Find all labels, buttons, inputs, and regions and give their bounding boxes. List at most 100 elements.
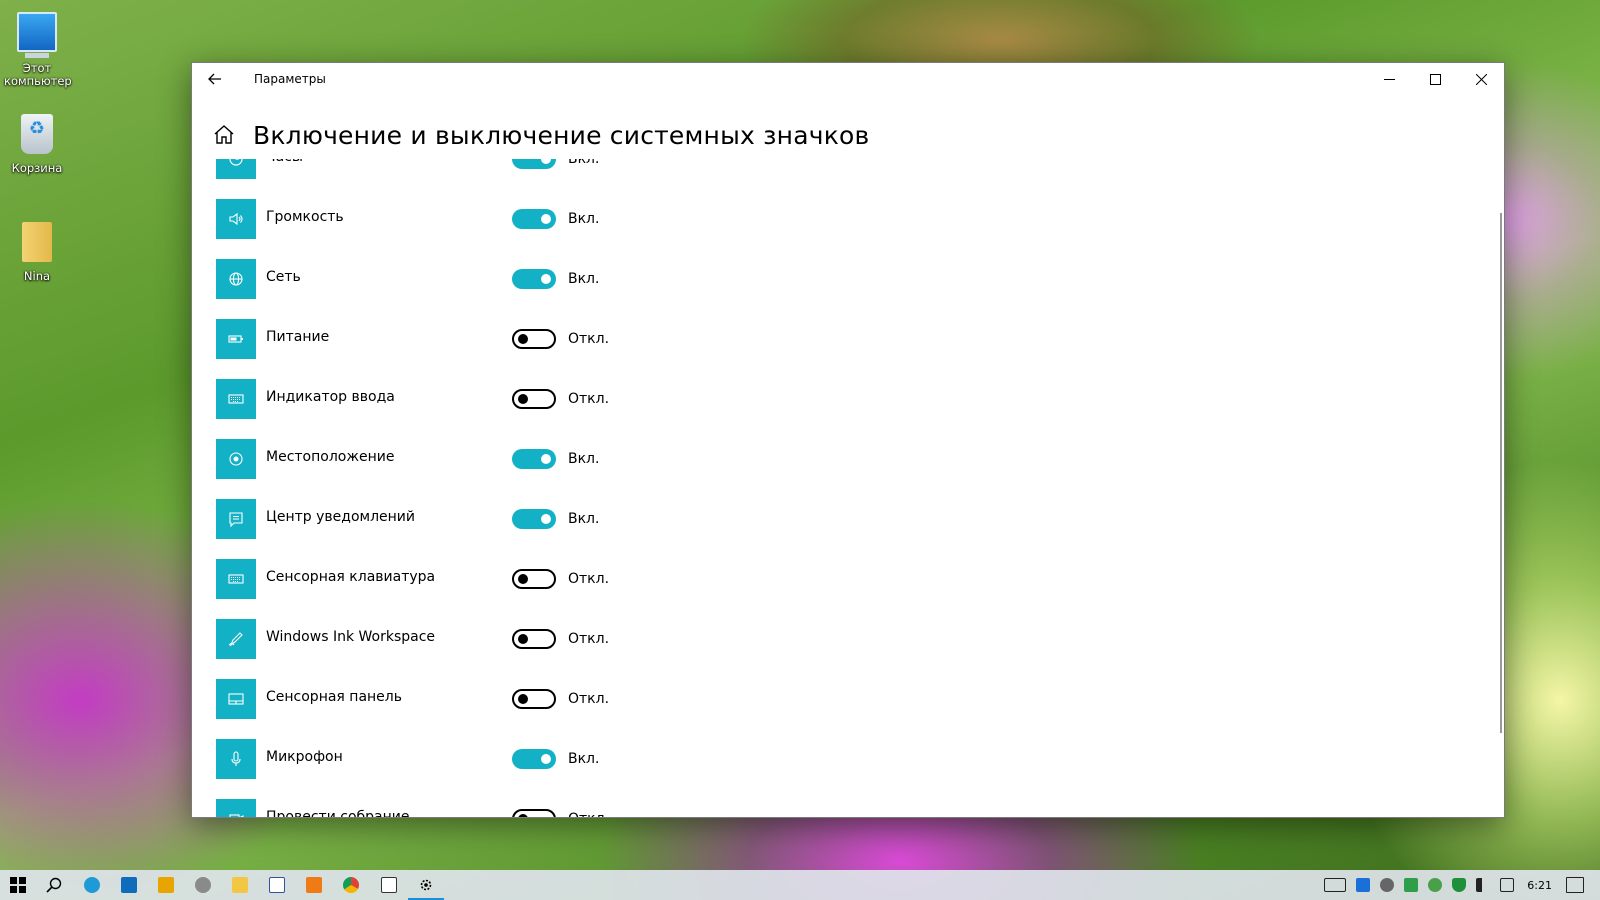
yandex-icon[interactable]: [1356, 878, 1371, 892]
app-icon: [195, 877, 211, 893]
setting-label: Windows Ink Workspace: [266, 629, 436, 645]
desktop-icon-label: Nina: [23, 269, 51, 283]
page-header: Включение и выключение системных значков: [212, 115, 869, 155]
toggle-switch[interactable]: [512, 389, 556, 409]
toggle-state-label: Откл.: [568, 811, 609, 817]
desktop-icon-nina[interactable]: Nina: [4, 222, 70, 283]
settings-list-viewport[interactable]: Часы Вкл. Громкость Вкл. Сеть Вкл. Питание Откл…: [192, 159, 1504, 817]
office-icon: [306, 877, 322, 893]
toggle-switch[interactable]: [512, 749, 556, 769]
arrow-left-icon: [208, 73, 221, 85]
taskbar-explorer[interactable]: [228, 873, 252, 897]
toggle-switch[interactable]: [512, 509, 556, 529]
taskbar-clock[interactable]: 6:21: [1527, 879, 1552, 892]
setting-label: Сеть: [266, 269, 301, 285]
taskbar: 6:21: [0, 870, 1600, 900]
network-tray-icon[interactable]: [1500, 878, 1515, 892]
toggle-knob: [541, 274, 551, 284]
toggle-switch[interactable]: [512, 569, 556, 589]
taskbar-app[interactable]: [191, 873, 215, 897]
toggle-knob: [518, 694, 528, 704]
window-title: Параметры: [254, 72, 326, 86]
toggle-knob: [541, 754, 551, 764]
explorer-icon: [232, 877, 248, 893]
setting-row: Сенсорная клавиатура Откл.: [216, 549, 916, 609]
globe-icon: [216, 259, 256, 299]
news-icon[interactable]: [1324, 878, 1347, 892]
scrollbar[interactable]: [1500, 213, 1502, 733]
setting-label: Микрофон: [266, 749, 343, 765]
toggle-state-label: Вкл.: [568, 211, 600, 227]
title-bar[interactable]: Параметры: [192, 63, 1504, 95]
maximize-button[interactable]: [1412, 63, 1458, 95]
toggle-switch[interactable]: [512, 449, 556, 469]
security-shield-icon[interactable]: [1452, 878, 1467, 892]
taskbar-media[interactable]: [154, 873, 178, 897]
settings-window: Параметры Включение и выключение системн…: [191, 62, 1505, 818]
toggle-knob: [541, 214, 551, 224]
clock-icon: [216, 159, 256, 179]
media-icon: [158, 877, 174, 893]
toggle-state-label: Вкл.: [568, 159, 600, 167]
start-button[interactable]: [6, 873, 30, 897]
sync-icon[interactable]: [1380, 878, 1395, 892]
system-icons-list: Часы Вкл. Громкость Вкл. Сеть Вкл. Питание Откл…: [216, 159, 916, 817]
setting-row: Windows Ink Workspace Откл.: [216, 609, 916, 669]
toggle-switch[interactable]: [512, 159, 556, 169]
taskbar-word[interactable]: [265, 873, 289, 897]
minimize-button[interactable]: [1366, 63, 1412, 95]
toggle-switch[interactable]: [512, 269, 556, 289]
search-icon: [46, 877, 62, 893]
toggle-knob: [541, 454, 551, 464]
taskbar-office[interactable]: [302, 873, 326, 897]
toggle-switch[interactable]: [512, 809, 556, 817]
touchpad-icon: [216, 679, 256, 719]
microphone-icon: [216, 739, 256, 779]
toggle-state-label: Откл.: [568, 691, 610, 707]
mail-icon: [121, 877, 137, 893]
toggle-state-label: Откл.: [568, 391, 610, 407]
update-icon[interactable]: [1428, 878, 1443, 892]
toggle-switch[interactable]: [512, 329, 556, 349]
notification-center-icon[interactable]: [1566, 877, 1584, 893]
edge-icon: [84, 877, 100, 893]
app-tray-icon[interactable]: [1404, 878, 1419, 892]
toggle-state-label: Откл.: [568, 571, 610, 587]
taskbar-app2[interactable]: [377, 873, 401, 897]
meet-now-icon: [216, 799, 256, 817]
setting-label: Сенсорная панель: [266, 689, 402, 705]
toggle-switch[interactable]: [512, 209, 556, 229]
word-icon: [269, 877, 285, 893]
setting-row: Микрофон Вкл.: [216, 729, 916, 789]
setting-row: Провести собрание Откл.: [216, 789, 916, 817]
minimize-icon: [1383, 78, 1395, 80]
setting-row: Громкость Вкл.: [216, 189, 916, 249]
setting-label: Сенсорная клавиатура: [266, 569, 436, 585]
keyboard-icon: [216, 379, 256, 419]
back-button[interactable]: [200, 65, 230, 93]
taskbar-settings[interactable]: [408, 873, 444, 900]
close-icon: [1475, 73, 1487, 85]
setting-label: Питание: [266, 329, 330, 345]
taskbar-mail[interactable]: [117, 873, 141, 897]
taskbar-edge[interactable]: [80, 873, 104, 897]
setting-label: Громкость: [266, 209, 344, 225]
home-icon[interactable]: [212, 123, 236, 147]
setting-row: Питание Откл.: [216, 309, 916, 369]
search-button[interactable]: [42, 873, 66, 897]
desktop-icon-recycle-bin[interactable]: Корзина: [4, 114, 70, 175]
toggle-knob: [541, 514, 551, 524]
desktop-icon-this-pc[interactable]: Этот компьютер: [4, 12, 72, 88]
setting-row: Центр уведомлений Вкл.: [216, 489, 916, 549]
setting-label: Центр уведомлений: [266, 509, 415, 525]
toggle-switch[interactable]: [512, 629, 556, 649]
toggle-knob: [518, 574, 528, 584]
toggle-switch[interactable]: [512, 689, 556, 709]
taskbar-chrome[interactable]: [339, 873, 363, 897]
close-button[interactable]: [1458, 63, 1504, 95]
toggle-state-label: Вкл.: [568, 451, 600, 467]
settings-icon: [420, 879, 432, 891]
notification-icon: [216, 499, 256, 539]
volume-tray-icon[interactable]: [1476, 878, 1490, 892]
setting-row: Местоположение Вкл.: [216, 429, 916, 489]
